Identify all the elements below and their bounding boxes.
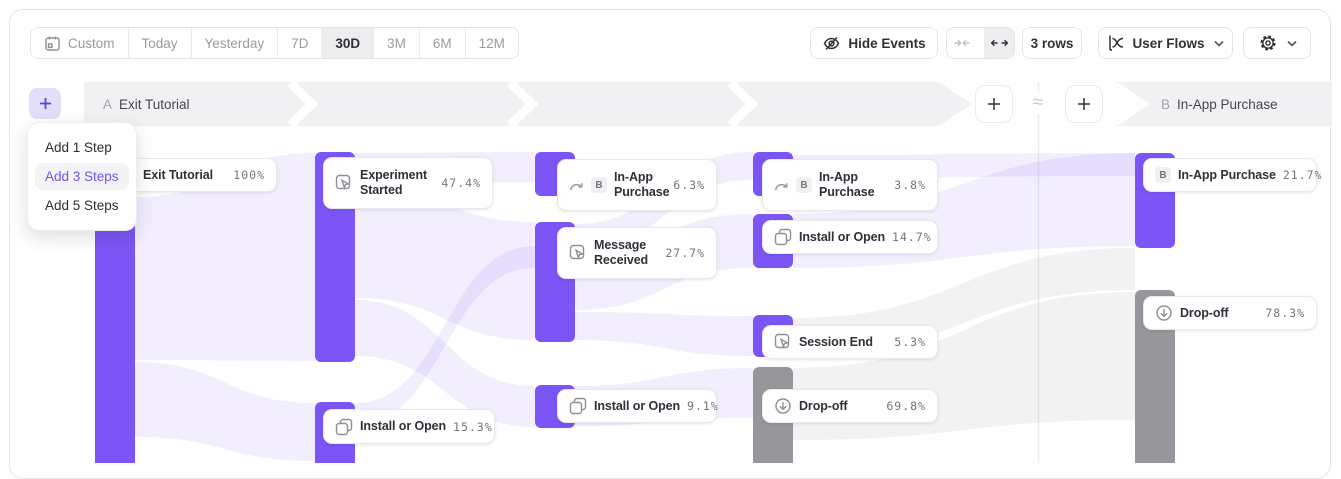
flow-node-install2[interactable]: Install or Open 15.3% (323, 409, 495, 444)
node-percent: 15.3% (453, 420, 493, 434)
node-percent: 47.4% (441, 176, 481, 190)
node-percent: 14.7% (892, 230, 932, 244)
add-step-before-b-button[interactable] (1065, 85, 1103, 123)
menu-item-add-1-step[interactable]: Add 1 Step (35, 134, 129, 161)
node-percent: 27.7% (665, 246, 705, 260)
node-label: Drop-off (1180, 306, 1229, 321)
dropoff-icon (1155, 304, 1173, 322)
flow-link (575, 312, 753, 356)
flow-node-install4[interactable]: Install or Open 14.7% (762, 220, 938, 254)
flow-node-inappB[interactable]: BIn-App Purchase21.7% (1143, 158, 1317, 192)
goal-badge: B (796, 177, 812, 193)
node-percent: 21.7% (1283, 168, 1323, 182)
install-icon (569, 397, 587, 415)
approx-symbol: ≈ (1026, 92, 1050, 114)
node-label: In-App Purchase (1178, 168, 1276, 183)
flow-node-dropoff4[interactable]: Drop-off 69.8% (762, 389, 938, 423)
node-label: Install or Open (360, 419, 446, 434)
menu-item-add-5-steps[interactable]: Add 5 Steps (35, 192, 129, 219)
node-percent: 100% (233, 168, 265, 182)
goal-badge: B (591, 177, 607, 193)
node-label: Exit Tutorial (143, 168, 213, 183)
node-label: Message Received (594, 238, 658, 268)
flow-node-install3[interactable]: Install or Open 9.1% (557, 389, 717, 423)
event-icon (774, 333, 792, 351)
step-b-band (1117, 82, 1332, 126)
install-icon (335, 418, 353, 436)
jump-icon (569, 179, 584, 192)
flow-node-dropoffB[interactable]: Drop-off 78.3% (1143, 296, 1317, 330)
flow-node-inapp4[interactable]: B In-App Purchase 3.8% (762, 159, 938, 211)
flow-node-inapp3[interactable]: B In-App Purchase 6.3% (557, 159, 717, 211)
flow-node-experiment[interactable]: Experiment Started 47.4% (323, 157, 493, 209)
plus-icon (1077, 97, 1091, 111)
node-percent: 5.3% (894, 335, 926, 349)
node-percent: 9.1% (687, 399, 719, 413)
jump-icon (774, 179, 789, 192)
node-label: Install or Open (799, 230, 885, 245)
node-label: Session End (799, 335, 873, 350)
add-step-before-button[interactable] (29, 88, 61, 119)
flow-node-session4[interactable]: Session End 5.3% (762, 325, 938, 359)
node-label: Drop-off (799, 399, 848, 414)
node-label: Install or Open (594, 399, 680, 414)
add-step-after-a-button[interactable] (975, 85, 1013, 123)
dropoff-icon (774, 397, 792, 415)
node-percent: 78.3% (1265, 306, 1305, 320)
event-icon (569, 244, 587, 262)
node-label: In-App Purchase (614, 170, 666, 200)
plus-icon (987, 97, 1001, 111)
node-percent: 6.3% (673, 178, 705, 192)
menu-item-add-3-steps[interactable]: Add 3 Steps (35, 163, 129, 190)
add-steps-menu: Add 1 StepAdd 3 StepsAdd 5 Steps (27, 122, 137, 231)
node-percent: 3.8% (894, 178, 926, 192)
flow-node-message3[interactable]: Message Received 27.7% (557, 227, 717, 279)
event-icon (335, 174, 353, 192)
plus-icon (39, 97, 52, 110)
node-percent: 69.8% (886, 399, 926, 413)
node-label: Experiment Started (360, 168, 434, 198)
install-icon (774, 228, 792, 246)
goal-badge: B (1155, 167, 1171, 183)
flow-link (135, 362, 315, 461)
node-label: In-App Purchase (819, 170, 887, 200)
